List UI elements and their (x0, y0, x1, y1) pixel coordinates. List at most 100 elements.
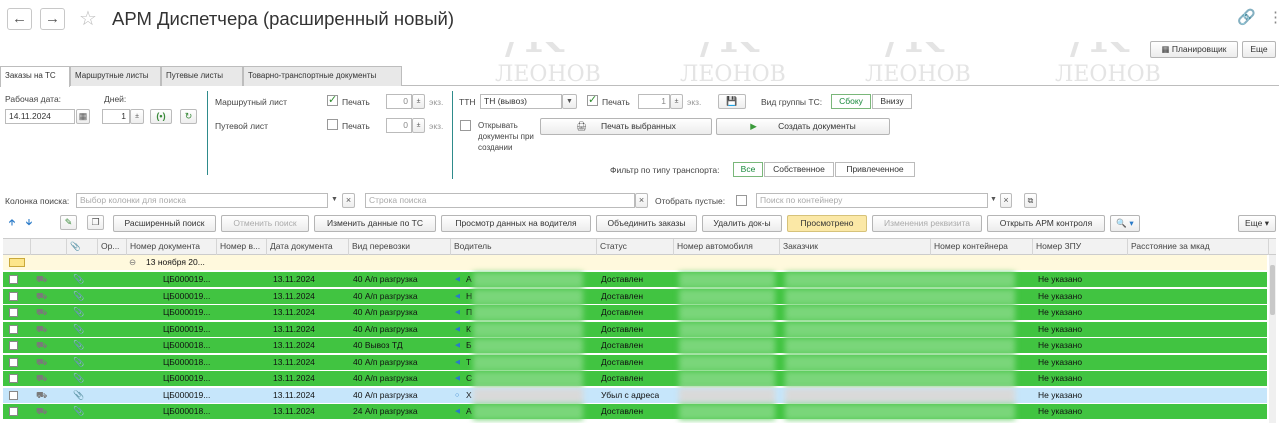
table-row[interactable]: ⛟ 📎 ЦБ000018... 13.11.2024 40 Вывоз ТД ◀ Б Дост… (3, 338, 1267, 354)
waybill-copies-field[interactable]: 0 (386, 118, 412, 133)
ttn-print-checkbox[interactable]: ✓ (587, 95, 598, 106)
group-bottom-option[interactable]: Внизу (872, 94, 912, 109)
column-dropdown-icon[interactable]: ▼ (328, 193, 341, 208)
group-toggle-icon[interactable]: ⊖ (129, 255, 136, 271)
extended-search-button[interactable]: Расширенный поиск (113, 215, 216, 232)
col-zpu-number[interactable]: Номер ЗПУ (1033, 239, 1128, 255)
col-distance[interactable]: Расстояние за мкад (1128, 239, 1269, 255)
route-print-checkbox[interactable]: ✓ (327, 95, 338, 106)
transport-own-option[interactable]: Собственное (764, 162, 834, 177)
group-side-option[interactable]: Сбоку (831, 94, 871, 109)
table-row[interactable]: ⛟ 📎 ЦБ000019... 13.11.2024 40 А/п разгрузка ◀… (3, 371, 1267, 387)
col-doc-number[interactable]: Номер документа (127, 239, 217, 255)
row-checkbox[interactable] (9, 357, 18, 367)
search-options-button[interactable]: 🔍 ▾ (1110, 215, 1140, 232)
col-checkbox[interactable] (3, 239, 31, 255)
more-button[interactable]: Еще ▾ (1238, 215, 1276, 232)
reviewed-button[interactable]: Просмотрено (787, 215, 867, 232)
back-button[interactable]: ← (7, 8, 32, 30)
table-row[interactable]: ⛟ 📎 ЦБ000019... 13.11.2024 40 А/п разгрузка ○… (3, 387, 1267, 404)
col-container-number[interactable]: Номер контейнера (931, 239, 1033, 255)
tab-route-sheets[interactable]: Маршрутные листы (70, 66, 161, 86)
table-row[interactable]: ⛟ 📎 ЦБ000018... 13.11.2024 24 А/п разгрузка ◀… (3, 404, 1267, 420)
col-status[interactable]: Статус (597, 239, 674, 255)
table-row[interactable]: ⛟ 📎 ЦБ000019... 13.11.2024 40 А/п разгрузка ◀… (3, 321, 1267, 338)
group-row[interactable]: ⊖ 13 ноября 20... (3, 255, 1267, 271)
group-checkbox[interactable] (9, 258, 25, 267)
calendar-icon[interactable]: ▦ (76, 109, 90, 124)
container-clear-icon[interactable]: × (1000, 193, 1012, 208)
tab-waybills[interactable]: Путевые листы (161, 66, 243, 86)
work-date-field[interactable]: 14.11.2024 (5, 109, 75, 124)
table-row[interactable]: ⛟ 📎 ЦБ000019... 13.11.2024 40 А/п разгрузка ◀… (3, 288, 1267, 305)
search-column-select[interactable]: Выбор колонки для поиска (76, 193, 328, 208)
container-search-input[interactable]: Поиск по контейнеру (756, 193, 988, 208)
move-up-icon[interactable]: 🡱 (5, 216, 19, 231)
days-field[interactable]: 1 (102, 109, 130, 124)
change-requisite-button[interactable]: Изменения реквизита (872, 215, 982, 232)
col-attachment[interactable]: 📎 (67, 239, 98, 255)
cancel-search-button[interactable]: Отменить поиск (221, 215, 309, 232)
row-checkbox[interactable] (9, 390, 18, 400)
period-icon[interactable]: (•) (150, 109, 172, 124)
transport-hired-option[interactable]: Привлеченное (835, 162, 915, 177)
days-stepper[interactable]: ± (130, 109, 144, 124)
open-docs-checkbox[interactable] (460, 120, 471, 131)
edit-ts-button[interactable]: Изменить данные по ТС (314, 215, 436, 232)
row-checkbox[interactable] (9, 341, 18, 350)
more-button-top[interactable]: Еще (1242, 41, 1276, 58)
delete-docs-button[interactable]: Удалить док-ы (702, 215, 782, 232)
row-checkbox[interactable] (9, 308, 18, 317)
col-number-in[interactable]: Номер в... (217, 239, 267, 255)
tab-orders[interactable]: Заказы на ТС (0, 66, 70, 87)
waybill-copies-stepper[interactable]: ± (412, 118, 425, 133)
container-dropdown-icon[interactable]: ▼ (988, 193, 999, 208)
ttn-dropdown-icon[interactable]: ▼ (562, 94, 577, 109)
col-or[interactable]: Ор... (98, 239, 127, 255)
col-truck[interactable] (31, 239, 67, 255)
transport-all-option[interactable]: Все (733, 162, 763, 177)
print-selected-button[interactable]: 🖨 Печать выбранных (540, 118, 712, 135)
col-doc-date[interactable]: Дата документа (267, 239, 349, 255)
table-row[interactable]: ⛟ 📎 ЦБ000019... 13.11.2024 40 А/п разгрузка ◀… (3, 272, 1267, 288)
link-icon[interactable]: 🔗 (1237, 8, 1256, 26)
more-vertical-icon[interactable]: ⋮ (1268, 8, 1279, 26)
view-driver-button[interactable]: Просмотр данных на водителя (441, 215, 591, 232)
copy-icon[interactable]: ⧉ (1024, 193, 1037, 208)
merge-orders-button[interactable]: Объединить заказы (596, 215, 697, 232)
refresh-icon[interactable]: ↻ (180, 109, 197, 124)
ttn-copies-stepper[interactable]: ± (670, 94, 683, 109)
table-row[interactable]: ⛟ 📎 ЦБ000019... 13.11.2024 40 А/п разгрузка ◀… (3, 305, 1267, 321)
show-empty-checkbox[interactable] (736, 195, 747, 206)
row-checkbox[interactable] (9, 407, 18, 416)
row-checkbox[interactable] (9, 275, 18, 284)
ttn-copies-field[interactable]: 1 (638, 94, 670, 109)
col-transport-type[interactable]: Вид перевозки (349, 239, 451, 255)
col-car-number[interactable]: Номер автомобиля (674, 239, 780, 255)
col-customer[interactable]: Заказчик (780, 239, 931, 255)
vertical-scrollbar[interactable] (1269, 255, 1276, 423)
route-copies-field[interactable]: 0 (386, 94, 412, 109)
create-docs-button[interactable]: ▶ Создать документы (716, 118, 890, 135)
waybill-print-checkbox[interactable] (327, 119, 338, 130)
search-string-input[interactable]: Строка поиска (365, 193, 635, 208)
copy-doc-icon[interactable]: ❐ (87, 215, 104, 230)
open-control-button[interactable]: Открыть АРМ контроля (987, 215, 1105, 232)
move-down-icon[interactable]: 🡳 (22, 216, 36, 231)
planner-button[interactable]: ▦ Планировщик (1150, 41, 1238, 58)
favorite-star-icon[interactable]: ☆ (79, 6, 97, 31)
ttn-select[interactable]: ТН (вывоз) (480, 94, 562, 109)
row-checkbox[interactable] (9, 324, 18, 334)
forward-button[interactable]: → (40, 8, 65, 30)
row-checkbox[interactable] (9, 374, 18, 383)
tab-ttn[interactable]: Товарно-транспортные документы (243, 66, 402, 86)
search-clear-icon[interactable]: × (635, 193, 648, 208)
save-icon[interactable]: 💾 (718, 94, 746, 109)
scrollbar-thumb[interactable] (1270, 265, 1275, 315)
column-clear-icon[interactable]: × (342, 193, 355, 208)
col-driver[interactable]: Водитель (451, 239, 597, 255)
row-checkbox[interactable] (9, 291, 18, 301)
route-copies-stepper[interactable]: ± (412, 94, 425, 109)
edit-doc-icon[interactable]: ✎ (60, 215, 77, 230)
table-row[interactable]: ⛟ 📎 ЦБ000018... 13.11.2024 40 А/п разгрузка ◀… (3, 354, 1267, 371)
